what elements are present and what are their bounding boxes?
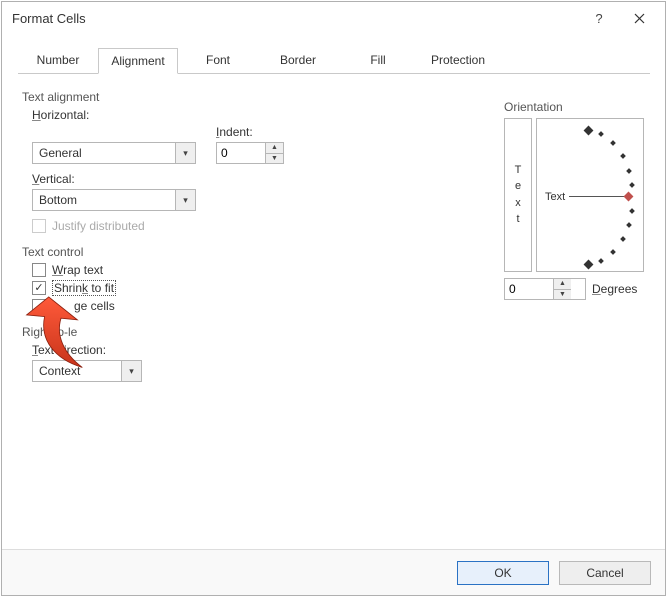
merge-cells-checkbox[interactable] [32, 299, 46, 313]
wrap-text-checkbox[interactable] [32, 263, 46, 277]
spinner-up-icon[interactable]: ▲ [266, 143, 283, 154]
degrees-input[interactable] [505, 279, 553, 299]
tabs: Number Alignment Font Border Fill Protec… [18, 48, 650, 74]
text-alignment-title: Text alignment [22, 90, 362, 104]
orientation-title: Orientation [504, 100, 652, 114]
tab-number[interactable]: Number [18, 48, 98, 73]
window-title: Format Cells [12, 11, 579, 26]
degrees-label: Degrees [592, 282, 637, 296]
right-to-left-title: Right-to-le [22, 325, 362, 339]
vertical-label: Vertical: [32, 172, 362, 186]
shrink-to-fit-label: Shrink to fit [52, 281, 116, 295]
orientation-handle-icon[interactable] [624, 192, 634, 202]
tab-font[interactable]: Font [178, 48, 258, 73]
tab-alignment[interactable]: Alignment [98, 48, 178, 74]
horizontal-select[interactable]: General ▾ [32, 142, 196, 164]
chevron-down-icon[interactable]: ▾ [175, 190, 195, 210]
degrees-spinner[interactable]: ▲ ▼ [504, 278, 586, 300]
tab-fill[interactable]: Fill [338, 48, 418, 73]
orientation-dial-label: Text [545, 191, 565, 203]
vertical-select[interactable]: Bottom ▾ [32, 189, 196, 211]
vertical-value: Bottom [39, 193, 175, 207]
orientation-indicator [569, 196, 627, 197]
indent-spinner[interactable]: ▲ ▼ [216, 142, 284, 164]
justify-distributed-checkbox [32, 219, 46, 233]
titlebar: Format Cells ? [2, 2, 665, 34]
spinner-down-icon[interactable]: ▼ [554, 290, 571, 300]
spinner-up-icon[interactable]: ▲ [554, 279, 571, 290]
merge-cells-label: ge cells [74, 299, 115, 313]
text-direction-value: Context [39, 364, 121, 378]
horizontal-label: Horizontal: [32, 108, 362, 122]
chevron-down-icon[interactable]: ▾ [121, 361, 141, 381]
dialog-footer: OK Cancel [2, 549, 665, 595]
horizontal-value: General [39, 146, 175, 160]
tab-protection[interactable]: Protection [418, 48, 498, 73]
text-direction-select[interactable]: Context ▾ [32, 360, 142, 382]
indent-input[interactable] [217, 143, 265, 163]
help-button[interactable]: ? [579, 4, 619, 32]
chevron-down-icon[interactable]: ▾ [175, 143, 195, 163]
format-cells-dialog: Format Cells ? Number Alignment Font Bor… [1, 1, 666, 596]
spinner-down-icon[interactable]: ▼ [266, 154, 283, 164]
tab-border[interactable]: Border [258, 48, 338, 73]
close-button[interactable] [619, 4, 659, 32]
text-direction-label: Text direction: [32, 343, 362, 357]
ok-button[interactable]: OK [457, 561, 549, 585]
indent-label: Indent: [216, 125, 284, 139]
wrap-text-label: Wrap text [52, 263, 103, 277]
justify-distributed-label: Justify distributed [52, 219, 145, 233]
orientation-dial[interactable]: Text [536, 118, 644, 272]
shrink-to-fit-checkbox[interactable] [32, 281, 46, 295]
orientation-vertical-button[interactable]: Text [504, 118, 532, 272]
cancel-button[interactable]: Cancel [559, 561, 651, 585]
text-control-title: Text control [22, 245, 362, 259]
